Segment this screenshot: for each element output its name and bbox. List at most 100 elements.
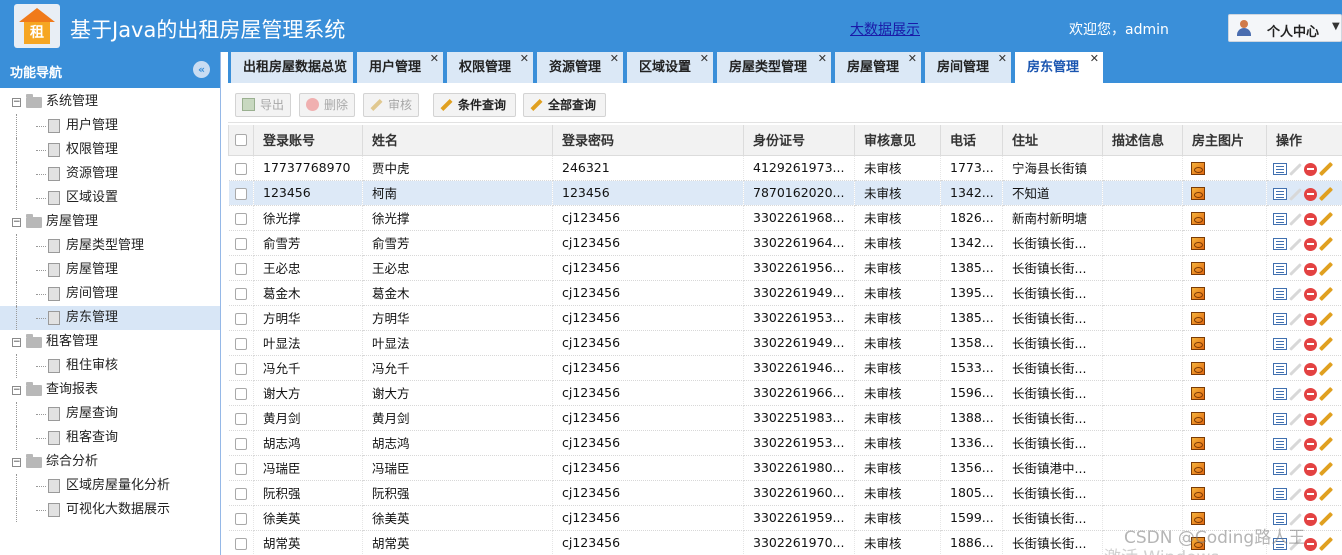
edit-pencil-icon[interactable] <box>1318 286 1334 302</box>
tab[interactable]: 房屋管理 ✕ <box>835 52 923 83</box>
column-header[interactable]: 描述信息 <box>1102 125 1183 156</box>
query-all-button[interactable]: 全部查询 <box>523 93 606 117</box>
landlord-image-cell[interactable] <box>1182 330 1267 356</box>
personal-center-button[interactable]: 个人中心 ▼ <box>1228 14 1342 42</box>
tree-item[interactable]: 可视化大数据展示 <box>0 498 220 522</box>
delete-icon[interactable] <box>1304 262 1317 276</box>
close-icon[interactable]: ✕ <box>998 43 1007 74</box>
delete-icon[interactable] <box>1304 512 1317 526</box>
audit-pencil-icon[interactable] <box>1289 437 1302 451</box>
row-checkbox[interactable] <box>234 537 247 550</box>
edit-pencil-icon[interactable] <box>1318 186 1334 202</box>
landlord-image-cell[interactable] <box>1182 255 1267 281</box>
edit-pencil-icon[interactable] <box>1318 386 1334 402</box>
export-button[interactable]: 导出 <box>235 93 291 117</box>
landlord-image-cell[interactable] <box>1182 180 1267 206</box>
row-select-cell[interactable] <box>228 155 254 181</box>
row-checkbox[interactable] <box>234 262 247 275</box>
view-detail-icon[interactable] <box>1273 313 1287 325</box>
delete-icon[interactable] <box>1304 412 1317 426</box>
delete-icon[interactable] <box>1304 212 1317 226</box>
delete-icon[interactable] <box>1304 437 1317 451</box>
conditional-query-button[interactable]: 条件查询 <box>433 93 516 117</box>
table-row[interactable]: 冯允千 冯允千 cj123456 3302261946... 未审核 1533... 长街镇… <box>228 355 1342 381</box>
row-select-cell[interactable] <box>228 455 254 481</box>
column-header[interactable]: 房主图片 <box>1182 125 1267 156</box>
view-detail-icon[interactable] <box>1273 388 1287 400</box>
tree-group[interactable]: − 查询报表 <box>0 378 220 402</box>
delete-icon[interactable] <box>1304 362 1317 376</box>
audit-pencil-icon[interactable] <box>1289 312 1302 326</box>
row-checkbox[interactable] <box>234 337 247 350</box>
tree-item[interactable]: 用户管理 <box>0 114 220 138</box>
view-detail-icon[interactable] <box>1273 188 1287 200</box>
tree-item[interactable]: 区域房屋量化分析 <box>0 474 220 498</box>
row-checkbox[interactable] <box>234 437 247 450</box>
delete-icon[interactable] <box>1304 337 1317 351</box>
column-header[interactable]: 住址 <box>1002 125 1103 156</box>
image-icon[interactable] <box>1191 387 1205 400</box>
table-row[interactable]: 黄月剑 黄月剑 cj123456 3302251983... 未审核 1388... 长街镇… <box>228 405 1342 431</box>
landlord-image-cell[interactable] <box>1182 155 1267 181</box>
table-row[interactable]: 俞雪芳 俞雪芳 cj123456 3302261964... 未审核 1342... 长街镇… <box>228 230 1342 256</box>
landlord-image-cell[interactable] <box>1182 205 1267 231</box>
view-detail-icon[interactable] <box>1273 463 1287 475</box>
column-header[interactable]: 操作 <box>1266 125 1342 156</box>
column-header[interactable]: 登录密码 <box>552 125 744 156</box>
edit-pencil-icon[interactable] <box>1318 361 1334 377</box>
image-icon[interactable] <box>1191 412 1205 425</box>
table-row[interactable]: 王必忠 王必忠 cj123456 3302261956... 未审核 1385... 长街镇… <box>228 255 1342 281</box>
table-row[interactable]: 17737768970 贾中虎 246321 4129261973... 未审核 1773… <box>228 155 1342 181</box>
landlord-image-cell[interactable] <box>1182 355 1267 381</box>
close-icon[interactable]: ✕ <box>430 43 439 74</box>
landlord-image-cell[interactable] <box>1182 230 1267 256</box>
tree-item[interactable]: 资源管理 <box>0 162 220 186</box>
tree-group[interactable]: − 综合分析 <box>0 450 220 474</box>
image-icon[interactable] <box>1191 287 1205 300</box>
row-select-cell[interactable] <box>228 280 254 306</box>
audit-pencil-icon[interactable] <box>1289 412 1302 426</box>
view-detail-icon[interactable] <box>1273 488 1287 500</box>
tab[interactable]: 权限管理 ✕ <box>447 52 535 83</box>
tree-item[interactable]: 房屋管理 <box>0 258 220 282</box>
edit-pencil-icon[interactable] <box>1318 411 1334 427</box>
landlord-image-cell[interactable] <box>1182 380 1267 406</box>
tree-item[interactable]: 租客查询 <box>0 426 220 450</box>
landlord-image-cell[interactable] <box>1182 305 1267 331</box>
tree-group[interactable]: − 系统管理 <box>0 90 220 114</box>
row-checkbox[interactable] <box>234 462 247 475</box>
close-icon[interactable]: ✕ <box>1090 43 1099 74</box>
row-checkbox[interactable] <box>234 487 247 500</box>
row-checkbox[interactable] <box>234 162 247 175</box>
table-row[interactable]: 叶显法 叶显法 cj123456 3302261949... 未审核 1358... 长街镇… <box>228 330 1342 356</box>
row-checkbox[interactable] <box>234 362 247 375</box>
close-icon[interactable]: ✕ <box>818 43 827 74</box>
tab[interactable]: 区域设置 ✕ <box>627 52 715 83</box>
row-checkbox[interactable] <box>234 287 247 300</box>
collapse-toggle-icon[interactable]: − <box>12 98 21 107</box>
table-row[interactable]: 谢大方 谢大方 cj123456 3302261966... 未审核 1596... 长街镇… <box>228 380 1342 406</box>
collapse-toggle-icon[interactable]: − <box>12 458 21 467</box>
row-select-cell[interactable] <box>228 230 254 256</box>
audit-pencil-icon[interactable] <box>1289 487 1302 501</box>
edit-pencil-icon[interactable] <box>1318 486 1334 502</box>
row-select-cell[interactable] <box>228 180 254 206</box>
view-detail-icon[interactable] <box>1273 163 1287 175</box>
tree-item[interactable]: 房屋查询 <box>0 402 220 426</box>
row-checkbox[interactable] <box>234 387 247 400</box>
landlord-image-cell[interactable] <box>1182 430 1267 456</box>
image-icon[interactable] <box>1191 362 1205 375</box>
table-row[interactable]: 123456 柯南 123456 7870162020... 未审核 1342... 不知道 <box>228 180 1342 206</box>
edit-pencil-icon[interactable] <box>1318 211 1334 227</box>
row-select-cell[interactable] <box>228 205 254 231</box>
tree-group[interactable]: − 租客管理 <box>0 330 220 354</box>
view-detail-icon[interactable] <box>1273 438 1287 450</box>
row-checkbox[interactable] <box>234 237 247 250</box>
audit-pencil-icon[interactable] <box>1289 462 1302 476</box>
delete-icon[interactable] <box>1304 187 1317 201</box>
view-detail-icon[interactable] <box>1273 413 1287 425</box>
column-header[interactable]: 姓名 <box>362 125 553 156</box>
table-row[interactable]: 徐光撑 徐光撑 cj123456 3302261968... 未审核 1826... 新南村… <box>228 205 1342 231</box>
row-select-cell[interactable] <box>228 430 254 456</box>
select-all-header[interactable] <box>228 125 254 156</box>
